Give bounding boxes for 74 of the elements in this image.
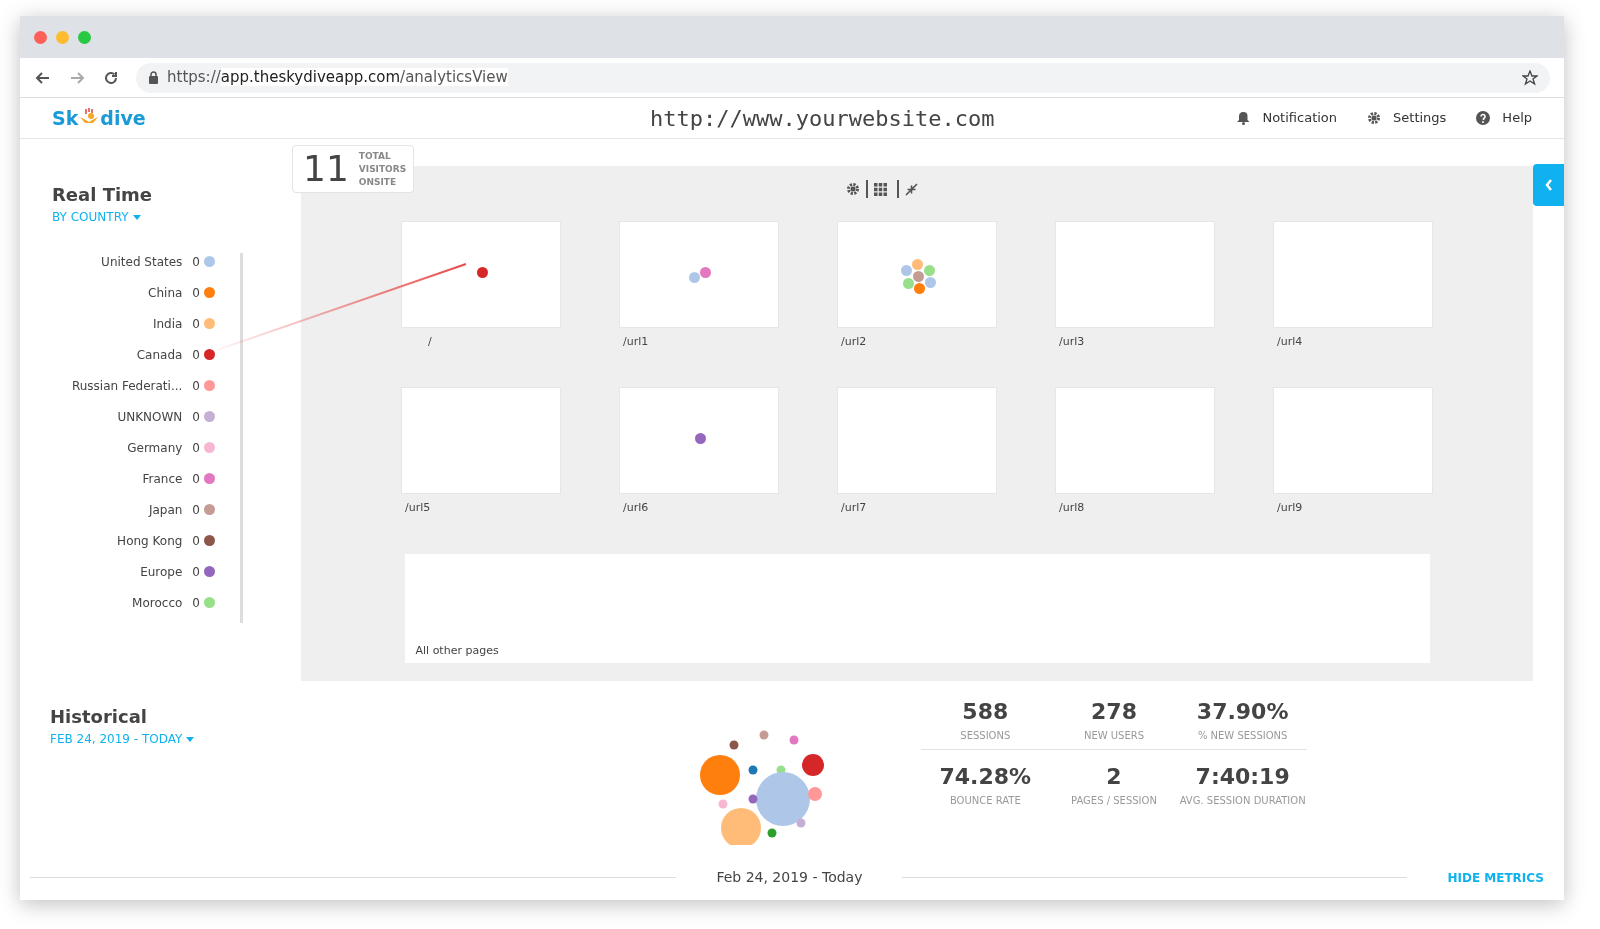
metric-label: % NEW SESSIONS bbox=[1197, 729, 1288, 743]
page-label: /url6 bbox=[623, 499, 650, 516]
lock-icon bbox=[148, 71, 159, 84]
bubble bbox=[767, 828, 777, 838]
country-name: Japan bbox=[148, 501, 183, 519]
country-count: 0 bbox=[192, 346, 200, 364]
country-name: UNKNOWN bbox=[117, 408, 183, 426]
page-label: /url5 bbox=[405, 499, 432, 516]
page-label: /url3 bbox=[1059, 334, 1086, 350]
grid-icon[interactable] bbox=[874, 182, 887, 196]
country-count: 0 bbox=[192, 594, 200, 612]
bell-icon bbox=[1237, 111, 1251, 125]
country-count: 0 bbox=[192, 439, 200, 457]
metric-value: 7:40:19 bbox=[1195, 763, 1290, 791]
page-label: /url4 bbox=[1277, 334, 1304, 350]
metric-value: 37.90% bbox=[1196, 698, 1289, 726]
section-title: Historical bbox=[50, 705, 148, 729]
page-label: All other pages bbox=[415, 642, 499, 659]
section-title: Real Time bbox=[52, 183, 154, 207]
metric-label: BOUNCE RATE bbox=[949, 794, 1021, 808]
url-text: https://app.theskydiveapp.com/analyticsView bbox=[167, 67, 508, 89]
bubble bbox=[700, 755, 740, 795]
metric-label: PAGES / SESSION bbox=[1071, 794, 1157, 808]
metric-value: 2 bbox=[1106, 763, 1122, 791]
country-name: France bbox=[142, 470, 183, 488]
header-link[interactable]: Help bbox=[1476, 108, 1532, 128]
page-label: /url7 bbox=[841, 499, 868, 516]
metric-value: 278 bbox=[1091, 698, 1137, 726]
country-name: Europe bbox=[140, 563, 183, 581]
visitors-label: TOTAL VISITORS ONSITE bbox=[358, 149, 407, 189]
chevron-left-icon bbox=[1544, 179, 1553, 191]
website-url: http://www.yourwebsite.com bbox=[650, 104, 995, 133]
country-count: 0 bbox=[192, 253, 200, 271]
bubble bbox=[789, 735, 799, 745]
page-label: /url9 bbox=[1277, 499, 1304, 516]
header-link[interactable]: Settings bbox=[1367, 108, 1447, 128]
bookmark-star-icon[interactable] bbox=[1522, 69, 1538, 86]
country-count: 0 bbox=[192, 563, 200, 581]
bubble bbox=[759, 730, 769, 740]
date-range-label: Feb 24, 2019 - Today bbox=[716, 868, 863, 887]
settings-icon bbox=[1367, 111, 1382, 125]
caret-icon bbox=[132, 214, 141, 220]
country-name: China bbox=[148, 284, 183, 302]
metric-value: 588 bbox=[962, 698, 1009, 726]
country-name: Morocco bbox=[132, 594, 183, 612]
page-label: /url8 bbox=[1059, 499, 1086, 516]
address-bar[interactable]: https://app.theskydiveapp.com/analyticsView bbox=[136, 62, 1550, 93]
country-name: Germany bbox=[127, 439, 183, 457]
metric-value: 74.28% bbox=[939, 763, 1032, 791]
country-count: 0 bbox=[192, 284, 200, 302]
caret-icon bbox=[186, 736, 195, 742]
collapse-icon[interactable] bbox=[905, 182, 918, 196]
page-label: /url1 bbox=[623, 334, 650, 350]
country-count: 0 bbox=[192, 501, 200, 519]
settings-icon[interactable] bbox=[846, 182, 860, 196]
country-count: 0 bbox=[192, 315, 200, 333]
header-link[interactable]: Notification bbox=[1237, 108, 1338, 128]
country-name: Canada bbox=[136, 346, 183, 364]
country-name: Hong Kong bbox=[117, 532, 183, 550]
page-label: /url2 bbox=[841, 334, 868, 350]
metric-label: SESSIONS bbox=[960, 729, 1011, 743]
page-label: / bbox=[428, 334, 433, 350]
visitors-count: 11 bbox=[303, 147, 349, 191]
country-count: 0 bbox=[192, 532, 200, 550]
bubble bbox=[729, 740, 739, 750]
country-name: Russian Federati... bbox=[71, 377, 183, 395]
country-count: 0 bbox=[192, 408, 200, 426]
metric-label: NEW USERS bbox=[1083, 729, 1145, 743]
country-count: 0 bbox=[192, 377, 200, 395]
metric-label: AVG. SESSION DURATION bbox=[1179, 794, 1306, 808]
country-name: India bbox=[152, 315, 183, 333]
country-name: United States bbox=[101, 253, 183, 271]
help-icon bbox=[1476, 111, 1491, 125]
country-count: 0 bbox=[192, 470, 200, 488]
